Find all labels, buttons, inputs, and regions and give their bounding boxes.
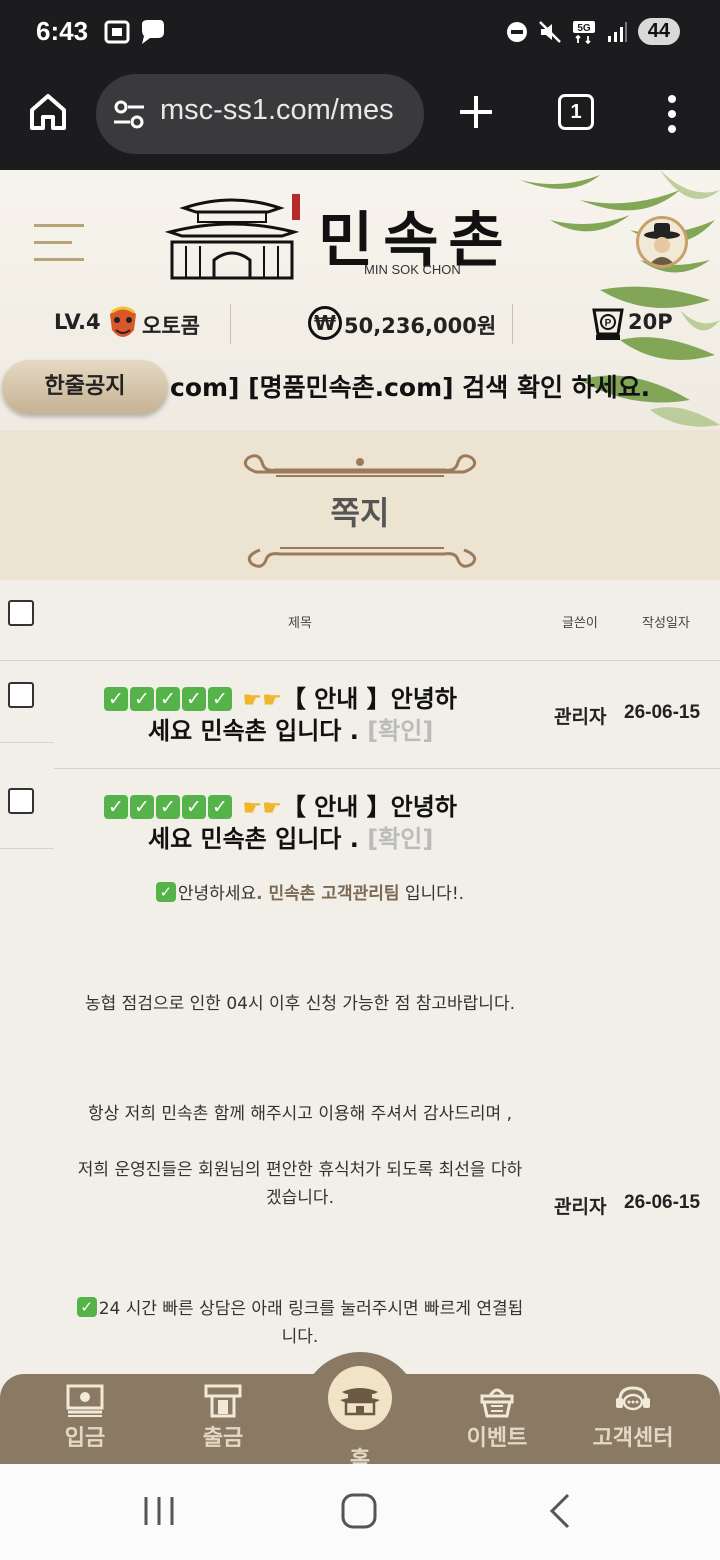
point-cup-icon: P — [592, 308, 624, 340]
nav-deposit[interactable]: 입금 — [30, 1384, 140, 1452]
message-body-line: 농협 점검으로 인한 04시 이후 신청 가능한 점 참고바랍니다. — [85, 994, 515, 1014]
system-nav-bar — [0, 1464, 720, 1560]
message-list: 제목 글쓴이 작성일자 ✓ ✓ ✓ ✓ ✓ ☛☛【 안내 】안녕하 세요 민속촌 입니다… — [0, 580, 720, 1380]
message-body-line: ✓ 24 시간 빠른 상담은 아래 링크를 눌러주시면 빠르게 연결됩 — [40, 1295, 560, 1324]
message-date: 26-06-15 — [624, 1192, 701, 1213]
nav-support[interactable]: 고객센터 — [578, 1384, 688, 1452]
won-coin-icon: ₩ — [308, 306, 342, 340]
site-logo-subtitle: MIN SOK CHON — [364, 262, 461, 277]
nav-withdraw[interactable]: 출금 — [168, 1384, 278, 1452]
message-subject[interactable]: ✓ ✓ ✓ ✓ ✓ ☛☛【 안내 】안녕하 세요 민속촌 입니다 . [확인] — [104, 684, 524, 746]
message-body-line: 니다. — [281, 1327, 319, 1347]
check-mark-icon: ✓ — [155, 882, 176, 902]
message-body-line: 항상 저희 민속촌 함께 해주시고 이용해 주셔서 감사드리며 , — [88, 1104, 512, 1124]
mask-icon — [110, 306, 136, 337]
check-mark-icon: ✓ — [208, 687, 232, 711]
event-basket-icon — [480, 1388, 514, 1418]
select-all-checkbox[interactable] — [8, 600, 34, 626]
screenshot-icon — [104, 20, 130, 44]
browser-toolbar: msc-ss1.com/mes 1 — [0, 66, 720, 170]
message-author: 관리자 — [554, 1196, 607, 1218]
dnd-icon — [506, 21, 527, 42]
tab-switcher-button[interactable]: 1 — [558, 94, 594, 130]
message-date: 26-06-15 — [624, 702, 701, 723]
user-points: 20P — [628, 310, 673, 334]
confirm-tag: [확인] — [367, 717, 434, 745]
check-mark-icon: ✓ — [76, 1297, 97, 1317]
home-icon[interactable] — [26, 90, 70, 134]
check-mark-icon: ✓ — [156, 795, 180, 819]
back-icon[interactable] — [548, 1492, 572, 1530]
home-building-icon — [340, 1388, 380, 1416]
mute-icon — [538, 20, 561, 43]
nav-event[interactable]: 이벤트 — [442, 1384, 552, 1452]
pointing-hand-icon: ☛☛ — [242, 688, 282, 713]
confirm-tag: [확인] — [367, 825, 434, 853]
page-title-band: 쪽지 — [0, 430, 720, 580]
more-menu-icon[interactable] — [660, 94, 684, 134]
5g-icon: 5G — [572, 20, 595, 44]
site-settings-icon[interactable] — [112, 98, 146, 132]
user-nickname: 오토콤 — [142, 314, 200, 338]
hamburger-menu-icon[interactable] — [34, 224, 86, 262]
message-subject[interactable]: ✓ ✓ ✓ ✓ ✓ ☛☛【 안내 】안녕하 세요 민속촌 입니다 . [확인] — [104, 792, 524, 854]
avatar-icon — [644, 223, 680, 265]
notice-ticker: 한줄공지 com] [명품민속촌.com] 검색 확인 하세요. — [0, 360, 720, 416]
check-mark-icon: ✓ — [130, 795, 154, 819]
column-date: 작성일자 — [642, 616, 690, 631]
notice-label: 한줄공지 — [2, 360, 168, 414]
column-subject: 제목 — [288, 616, 312, 631]
logo-building-icon — [164, 194, 300, 280]
site-header: 민속촌 MIN SOK CHON LV.4 오토콤 ₩ 50,236,000원 … — [0, 170, 720, 430]
url-bar[interactable]: msc-ss1.com/mes — [96, 74, 424, 154]
row-checkbox[interactable] — [8, 788, 34, 814]
user-level: LV.4 — [54, 310, 101, 334]
check-mark-icon: ✓ — [104, 795, 128, 819]
message-greeting: ✓ 안녕하세요. 민속촌 고객관리팀 입니다!. — [90, 880, 530, 909]
signal-icon — [607, 21, 627, 42]
status-bar: 6:43 5G 44 — [0, 0, 720, 66]
notice-text: com] [명품민속촌.com] 검색 확인 하세요. — [170, 373, 651, 402]
check-mark-icon: ✓ — [130, 687, 154, 711]
row-checkbox[interactable] — [8, 682, 34, 708]
check-mark-icon: ✓ — [182, 795, 206, 819]
recent-apps-icon[interactable] — [142, 1494, 176, 1528]
deposit-icon — [66, 1384, 104, 1417]
user-balance: 50,236,000원 — [344, 314, 497, 338]
system-home-icon[interactable] — [340, 1492, 378, 1530]
new-tab-icon[interactable] — [456, 92, 496, 132]
battery-icon: 44 — [637, 18, 680, 45]
support-chat-icon — [616, 1386, 650, 1411]
ornament-top-icon — [243, 454, 477, 477]
pointing-hand-icon: ☛☛ — [242, 796, 282, 821]
user-avatar[interactable] — [636, 216, 688, 268]
message-body-line: 겠습니다. — [266, 1188, 334, 1208]
svg-text:P: P — [605, 318, 612, 329]
status-time: 6:43 — [36, 16, 89, 46]
home-circle-button[interactable] — [328, 1366, 392, 1430]
check-mark-icon: ✓ — [208, 795, 232, 819]
ornament-bottom-icon — [247, 547, 477, 568]
check-mark-icon: ✓ — [156, 687, 180, 711]
message-body-line: 저희 운영진들은 회원님의 편안한 휴식처가 되도록 최선을 다하 — [77, 1160, 523, 1180]
page-title: 쪽지 — [330, 494, 390, 532]
withdraw-icon — [204, 1384, 242, 1418]
message-author: 관리자 — [554, 706, 607, 728]
chat-bubble-icon — [142, 20, 164, 44]
url-text[interactable]: msc-ss1.com/mes — [160, 94, 394, 127]
user-info-row: LV.4 오토콤 ₩ 50,236,000원 P 20P — [0, 300, 720, 348]
check-mark-icon: ✓ — [182, 687, 206, 711]
check-mark-icon: ✓ — [104, 687, 128, 711]
svg-text:5G: 5G — [577, 23, 591, 34]
column-author: 글쓴이 — [562, 616, 598, 631]
